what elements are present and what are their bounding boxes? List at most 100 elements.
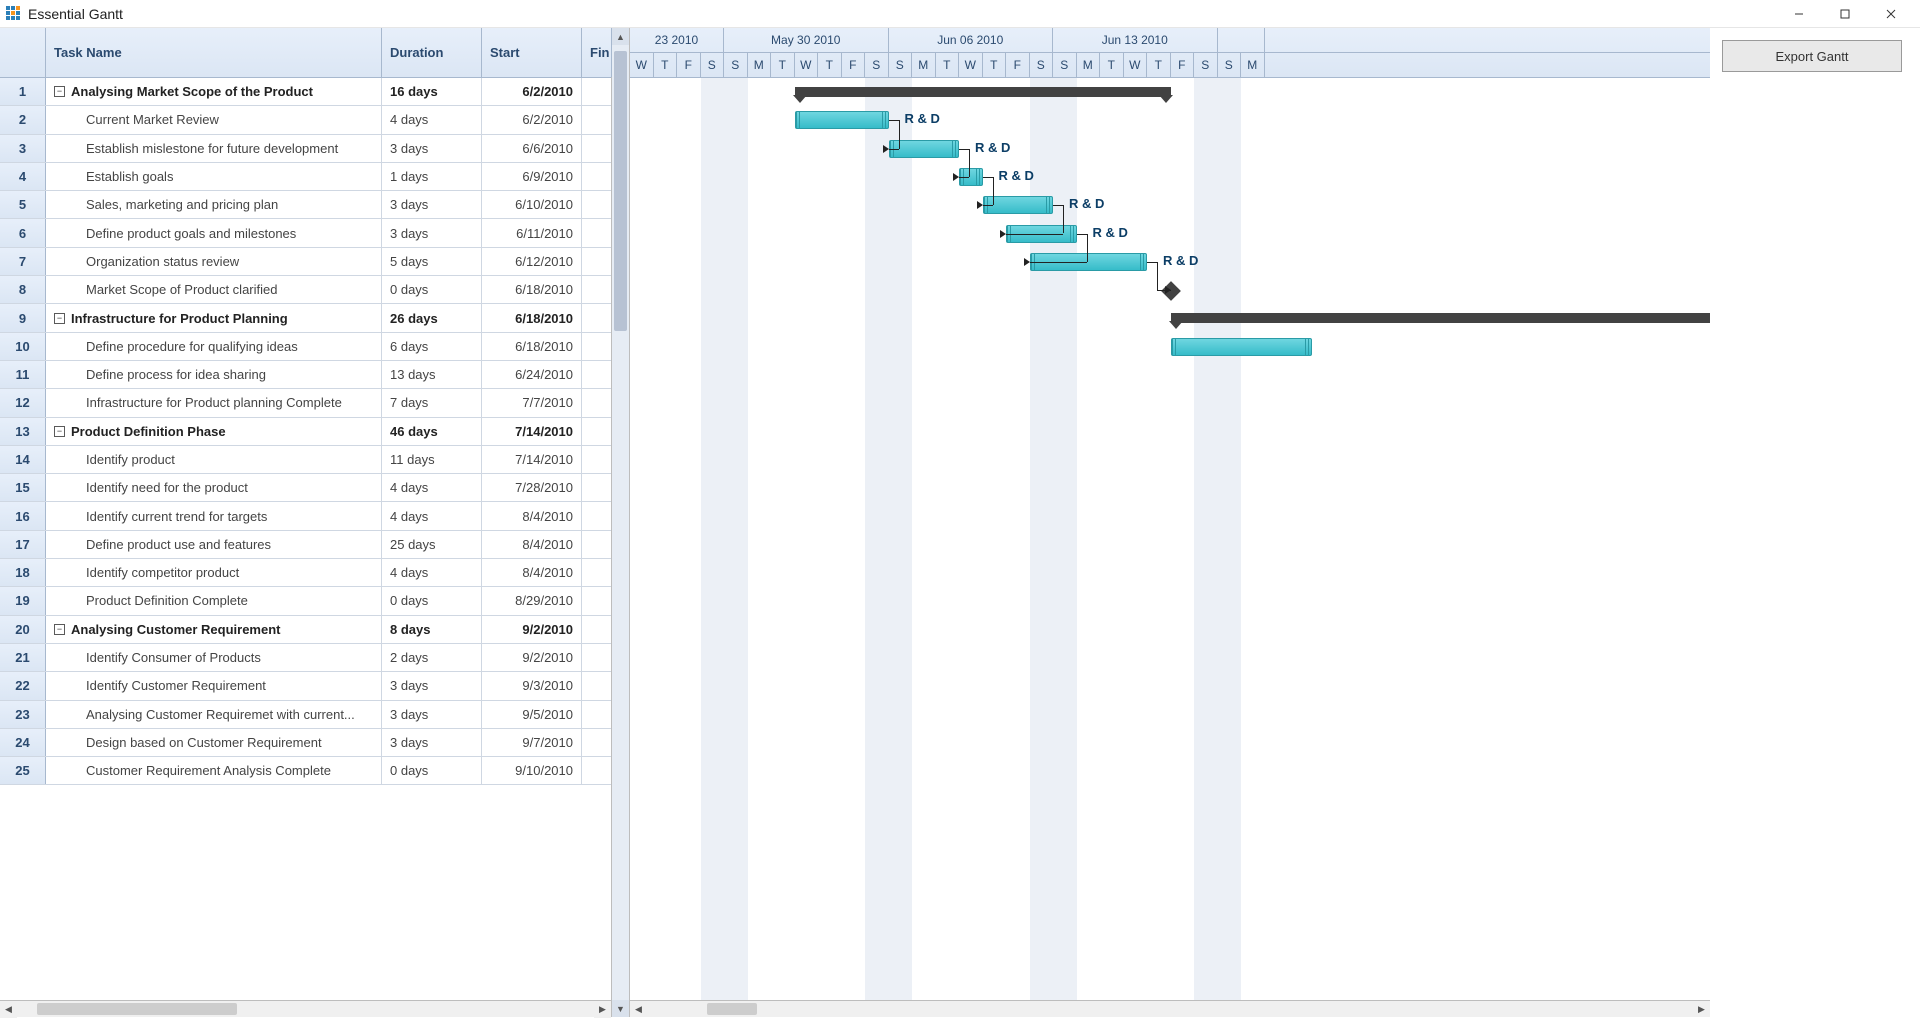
finish-cell[interactable] bbox=[582, 163, 611, 190]
finish-cell[interactable] bbox=[582, 701, 611, 728]
finish-cell[interactable] bbox=[582, 248, 611, 275]
finish-cell[interactable] bbox=[582, 729, 611, 756]
task-name-cell[interactable]: Define product goals and milestones bbox=[46, 219, 382, 246]
col-start[interactable]: Start bbox=[482, 28, 582, 77]
duration-cell[interactable]: 7 days bbox=[382, 389, 482, 416]
start-cell[interactable]: 6/11/2010 bbox=[482, 219, 582, 246]
table-row[interactable]: 10 Define procedure for qualifying ideas… bbox=[0, 333, 611, 361]
finish-cell[interactable] bbox=[582, 361, 611, 388]
start-cell[interactable]: 6/2/2010 bbox=[482, 106, 582, 133]
duration-cell[interactable]: 13 days bbox=[382, 361, 482, 388]
start-cell[interactable]: 9/10/2010 bbox=[482, 757, 582, 784]
finish-cell[interactable] bbox=[582, 78, 611, 105]
table-row[interactable]: 7 Organization status review 5 days 6/12… bbox=[0, 248, 611, 276]
finish-cell[interactable] bbox=[582, 757, 611, 784]
finish-cell[interactable] bbox=[582, 191, 611, 218]
start-cell[interactable]: 6/12/2010 bbox=[482, 248, 582, 275]
task-bar[interactable] bbox=[795, 111, 889, 129]
task-name-cell[interactable]: Identify Consumer of Products bbox=[46, 644, 382, 671]
table-row[interactable]: 23 Analysing Customer Requiremet with cu… bbox=[0, 701, 611, 729]
table-row[interactable]: 8 Market Scope of Product clarified 0 da… bbox=[0, 276, 611, 304]
table-row[interactable]: 20 − Analysing Customer Requirement 8 da… bbox=[0, 616, 611, 644]
table-row[interactable]: 25 Customer Requirement Analysis Complet… bbox=[0, 757, 611, 785]
task-name-cell[interactable]: Customer Requirement Analysis Complete bbox=[46, 757, 382, 784]
start-cell[interactable]: 9/3/2010 bbox=[482, 672, 582, 699]
collapse-icon[interactable]: − bbox=[54, 624, 65, 635]
table-row[interactable]: 9 − Infrastructure for Product Planning … bbox=[0, 304, 611, 332]
summary-bar[interactable] bbox=[1171, 313, 1711, 323]
finish-cell[interactable] bbox=[582, 587, 611, 614]
start-cell[interactable]: 7/14/2010 bbox=[482, 418, 582, 445]
start-cell[interactable]: 8/4/2010 bbox=[482, 559, 582, 586]
table-row[interactable]: 19 Product Definition Complete 0 days 8/… bbox=[0, 587, 611, 615]
task-name-cell[interactable]: Organization status review bbox=[46, 248, 382, 275]
task-name-cell[interactable]: Sales, marketing and pricing plan bbox=[46, 191, 382, 218]
start-cell[interactable]: 8/29/2010 bbox=[482, 587, 582, 614]
start-cell[interactable]: 6/2/2010 bbox=[482, 78, 582, 105]
minimize-button[interactable] bbox=[1776, 0, 1822, 28]
finish-cell[interactable] bbox=[582, 474, 611, 501]
task-name-cell[interactable]: Identify need for the product bbox=[46, 474, 382, 501]
start-cell[interactable]: 7/7/2010 bbox=[482, 389, 582, 416]
table-row[interactable]: 24 Design based on Customer Requirement … bbox=[0, 729, 611, 757]
task-name-cell[interactable]: Identify competitor product bbox=[46, 559, 382, 586]
table-row[interactable]: 1 − Analysing Market Scope of the Produc… bbox=[0, 78, 611, 106]
start-cell[interactable]: 9/2/2010 bbox=[482, 644, 582, 671]
vertical-scrollbar[interactable]: ▲ ▼ bbox=[612, 28, 630, 1017]
table-row[interactable]: 16 Identify current trend for targets 4 … bbox=[0, 502, 611, 530]
finish-cell[interactable] bbox=[582, 559, 611, 586]
export-gantt-button[interactable]: Export Gantt bbox=[1722, 40, 1902, 72]
duration-cell[interactable]: 3 days bbox=[382, 729, 482, 756]
duration-cell[interactable]: 3 days bbox=[382, 191, 482, 218]
finish-cell[interactable] bbox=[582, 304, 611, 331]
duration-cell[interactable]: 8 days bbox=[382, 616, 482, 643]
table-row[interactable]: 21 Identify Consumer of Products 2 days … bbox=[0, 644, 611, 672]
duration-cell[interactable]: 0 days bbox=[382, 757, 482, 784]
scroll-right-icon[interactable]: ▶ bbox=[1693, 1001, 1710, 1018]
col-finish[interactable]: Fin bbox=[582, 28, 612, 77]
scroll-left-icon[interactable]: ◀ bbox=[630, 1001, 647, 1018]
finish-cell[interactable] bbox=[582, 389, 611, 416]
start-cell[interactable]: 9/7/2010 bbox=[482, 729, 582, 756]
duration-cell[interactable]: 11 days bbox=[382, 446, 482, 473]
duration-cell[interactable]: 25 days bbox=[382, 531, 482, 558]
scroll-thumb[interactable] bbox=[37, 1003, 237, 1015]
finish-cell[interactable] bbox=[582, 219, 611, 246]
task-name-cell[interactable]: Define product use and features bbox=[46, 531, 382, 558]
task-bar[interactable] bbox=[1171, 338, 1312, 356]
table-row[interactable]: 15 Identify need for the product 4 days … bbox=[0, 474, 611, 502]
table-row[interactable]: 17 Define product use and features 25 da… bbox=[0, 531, 611, 559]
duration-cell[interactable]: 6 days bbox=[382, 333, 482, 360]
scroll-up-icon[interactable]: ▲ bbox=[612, 28, 629, 45]
duration-cell[interactable]: 26 days bbox=[382, 304, 482, 331]
start-cell[interactable]: 8/4/2010 bbox=[482, 531, 582, 558]
vscroll-thumb[interactable] bbox=[614, 51, 627, 331]
table-row[interactable]: 6 Define product goals and milestones 3 … bbox=[0, 219, 611, 247]
start-cell[interactable]: 6/9/2010 bbox=[482, 163, 582, 190]
table-row[interactable]: 22 Identify Customer Requirement 3 days … bbox=[0, 672, 611, 700]
table-row[interactable]: 3 Establish mislestone for future develo… bbox=[0, 135, 611, 163]
table-row[interactable]: 4 Establish goals 1 days 6/9/2010 bbox=[0, 163, 611, 191]
start-cell[interactable]: 6/10/2010 bbox=[482, 191, 582, 218]
table-row[interactable]: 2 Current Market Review 4 days 6/2/2010 bbox=[0, 106, 611, 134]
task-name-cell[interactable]: Product Definition Complete bbox=[46, 587, 382, 614]
collapse-icon[interactable]: − bbox=[54, 313, 65, 324]
finish-cell[interactable] bbox=[582, 672, 611, 699]
start-cell[interactable]: 6/18/2010 bbox=[482, 276, 582, 303]
duration-cell[interactable]: 3 days bbox=[382, 219, 482, 246]
task-name-cell[interactable]: Define process for idea sharing bbox=[46, 361, 382, 388]
scroll-right-icon[interactable]: ▶ bbox=[594, 1001, 611, 1018]
duration-cell[interactable]: 16 days bbox=[382, 78, 482, 105]
task-name-cell[interactable]: Infrastructure for Product planning Comp… bbox=[46, 389, 382, 416]
task-name-cell[interactable]: Identify product bbox=[46, 446, 382, 473]
duration-cell[interactable]: 5 days bbox=[382, 248, 482, 275]
task-name-cell[interactable]: Define procedure for qualifying ideas bbox=[46, 333, 382, 360]
duration-cell[interactable]: 2 days bbox=[382, 644, 482, 671]
task-name-cell[interactable]: Establish mislestone for future developm… bbox=[46, 135, 382, 162]
maximize-button[interactable] bbox=[1822, 0, 1868, 28]
task-name-cell[interactable]: Market Scope of Product clarified bbox=[46, 276, 382, 303]
table-row[interactable]: 18 Identify competitor product 4 days 8/… bbox=[0, 559, 611, 587]
duration-cell[interactable]: 4 days bbox=[382, 474, 482, 501]
finish-cell[interactable] bbox=[582, 135, 611, 162]
task-name-cell[interactable]: − Product Definition Phase bbox=[46, 418, 382, 445]
